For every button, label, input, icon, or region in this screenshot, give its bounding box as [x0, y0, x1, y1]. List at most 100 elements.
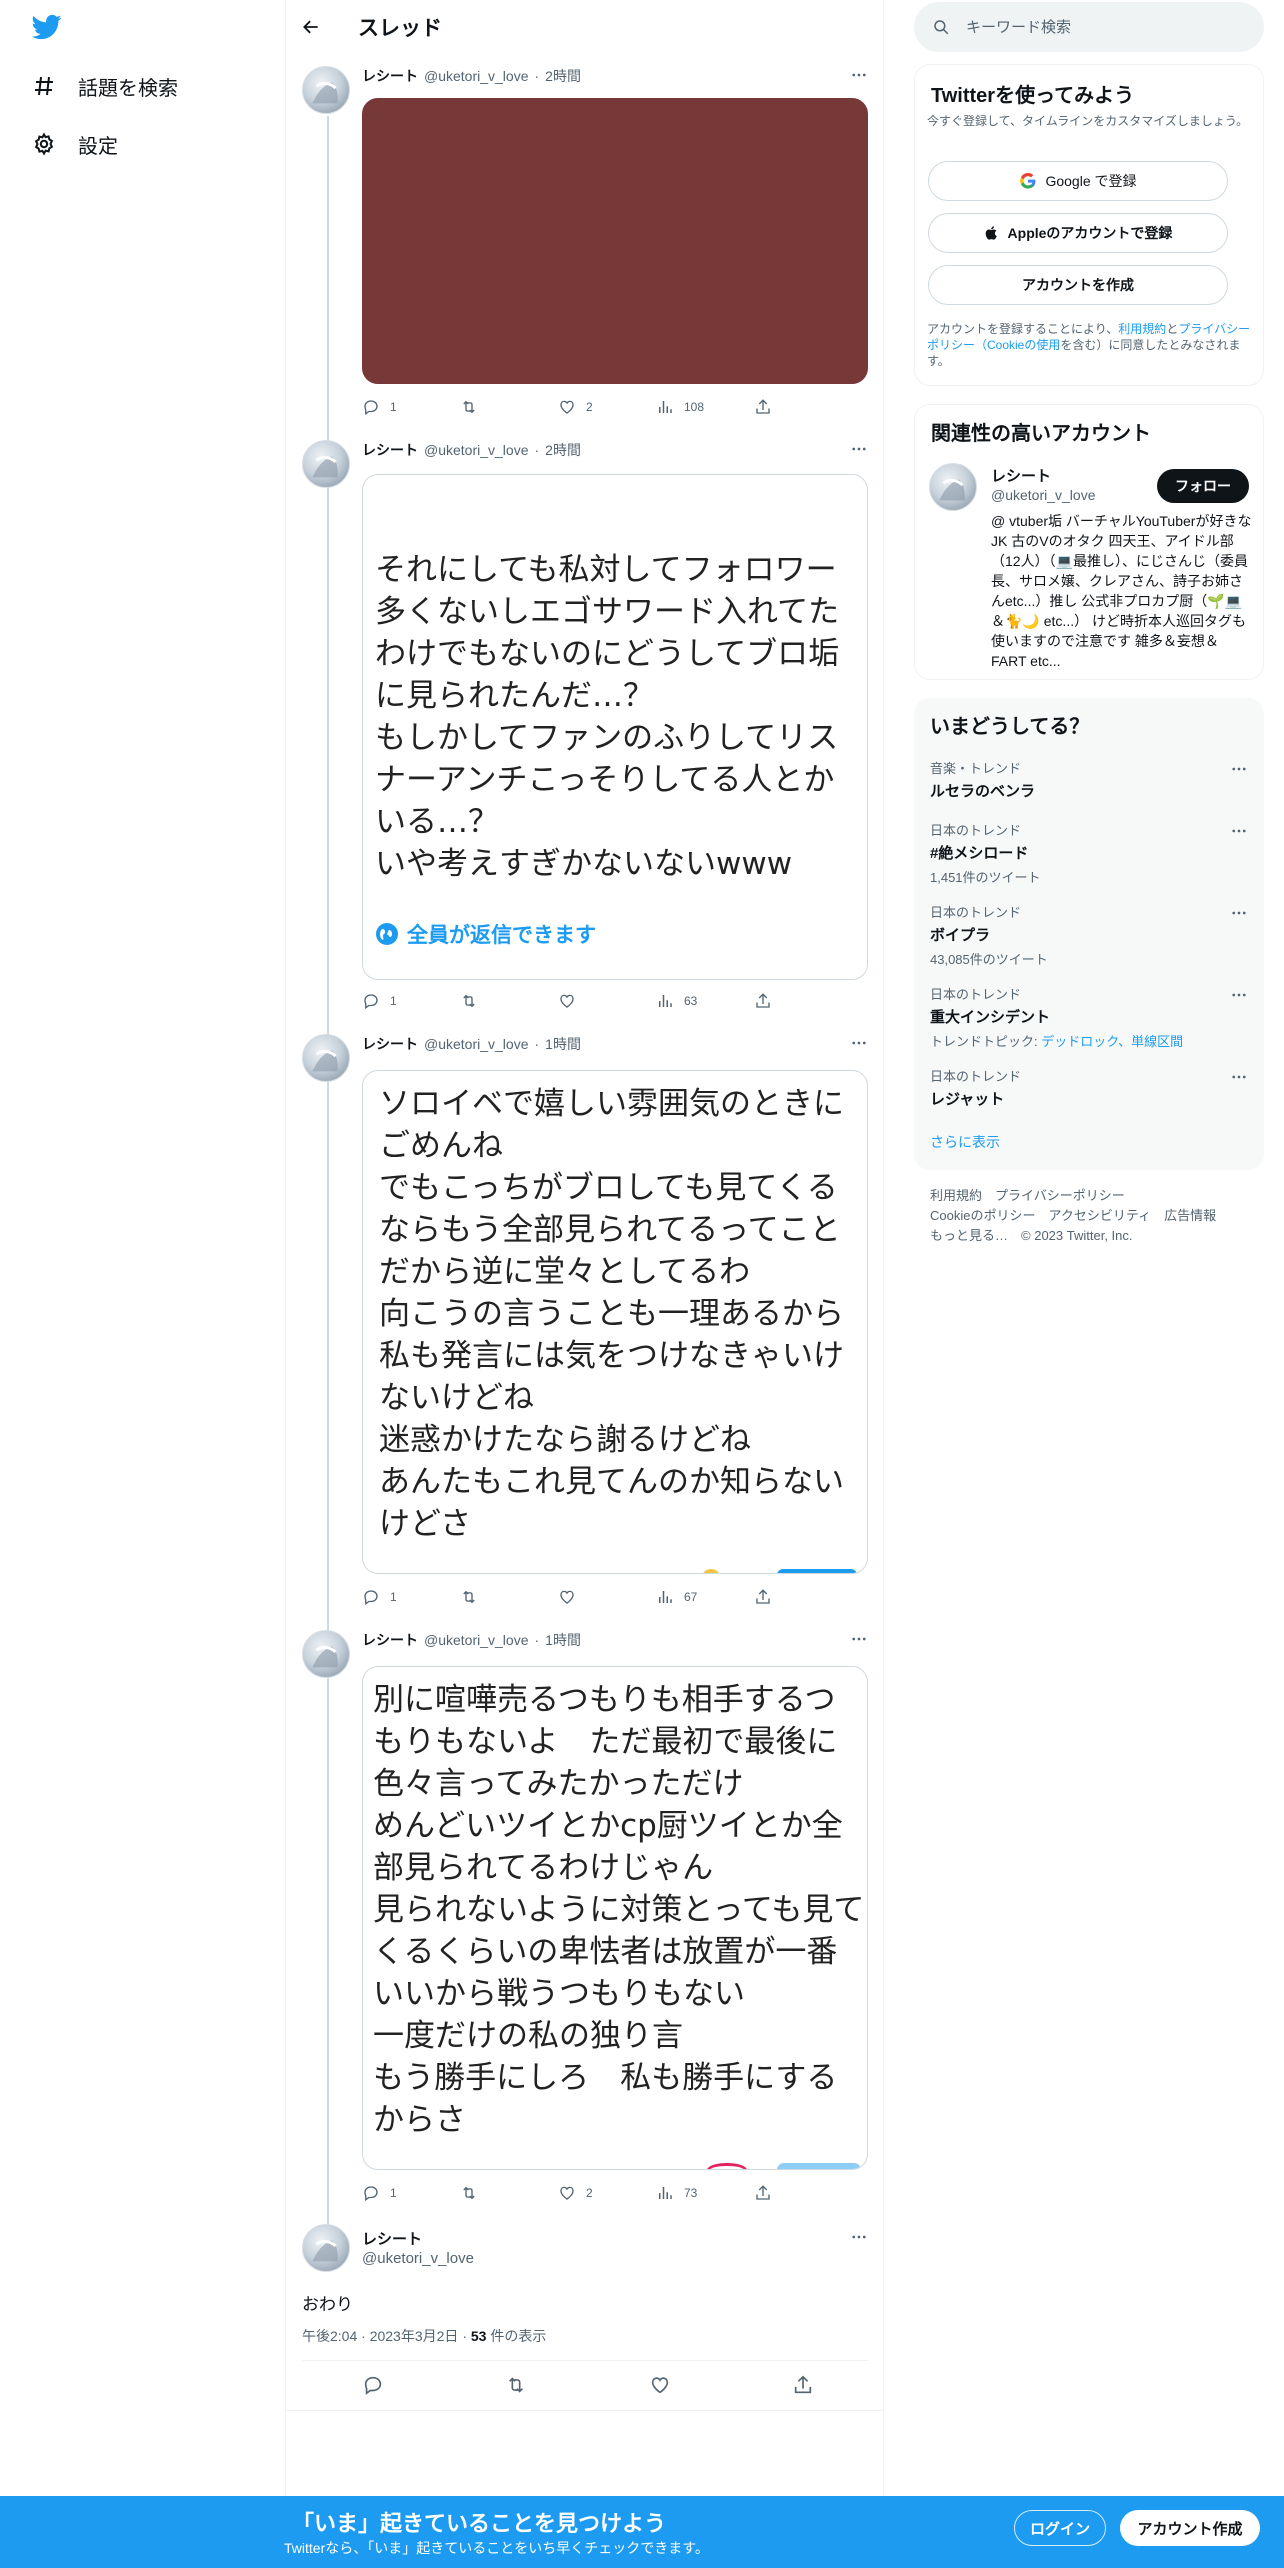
author-handle[interactable]: @uketori_v_love [362, 2250, 474, 2267]
tweet-media-screenshot[interactable]: ソロイベで嬉しい雰囲気のときにごめんね でもこっちがブロしても見てくるならもう全… [362, 1070, 868, 1574]
avatar[interactable] [929, 463, 977, 511]
more-options-icon[interactable] [848, 64, 870, 86]
more-options-icon[interactable] [1228, 1066, 1250, 1088]
like-button[interactable] [558, 992, 656, 1010]
footer-link[interactable]: プライバシーポリシー [995, 1188, 1125, 1203]
back-arrow-icon[interactable] [298, 14, 324, 40]
share-button[interactable] [754, 992, 784, 1010]
avatar[interactable] [302, 2224, 350, 2272]
trend-item[interactable]: 日本のトレンド #絶メシロード 1,451件のツイート [930, 820, 1250, 886]
like-button[interactable] [558, 1588, 656, 1606]
avatar[interactable] [302, 440, 350, 488]
avatar[interactable] [302, 1630, 350, 1678]
share-button[interactable] [754, 398, 784, 416]
tweet-header: レシート @uketori_v_love · 1時間 [362, 1034, 581, 1054]
author-name[interactable]: レシート [362, 1034, 418, 1054]
heart-icon[interactable] [649, 2374, 671, 2396]
like-button[interactable]: 2 [558, 2184, 656, 2202]
footer-link[interactable]: Cookieのポリシー [930, 1208, 1035, 1223]
footer-links: 利用規約 プライバシーポリシー Cookieのポリシー アクセシビリティ 広告情… [930, 1186, 1216, 1246]
more-options-icon[interactable] [1228, 984, 1250, 1006]
account-name[interactable]: レシート [991, 465, 1051, 486]
tweet-media-image[interactable] [362, 98, 868, 384]
avatar[interactable] [302, 66, 350, 114]
like-button[interactable]: 2 [558, 398, 656, 416]
terms-link[interactable]: 利用規約 [1118, 322, 1166, 336]
main-tweet-text: おわり [302, 2295, 353, 2314]
reply-button[interactable]: 1 [362, 398, 460, 416]
login-button[interactable]: ログイン [1014, 2510, 1106, 2546]
tweet-time[interactable]: 2時間 [545, 66, 581, 86]
author-handle[interactable]: @uketori_v_love [424, 1036, 529, 1052]
reply-button[interactable]: 1 [362, 992, 460, 1010]
share-icon[interactable] [792, 2374, 814, 2396]
retweet-button[interactable] [460, 992, 558, 1010]
tweet-media-screenshot[interactable]: それにしても私対してフォロワー多くないしエゴサワード入れてたわけでもないのにどう… [362, 474, 868, 980]
author-handle[interactable]: @uketori_v_love [424, 442, 529, 458]
author-name[interactable]: レシート [362, 66, 418, 86]
views-button[interactable]: 108 [656, 398, 754, 416]
bar-chart-icon [659, 2187, 672, 2199]
tweet-time[interactable]: 1時間 [545, 1630, 581, 1650]
footer-link[interactable]: もっと見る… [930, 1228, 1008, 1243]
heart-icon [560, 994, 574, 1008]
author-name[interactable]: レシート [362, 1630, 418, 1650]
trend-name: ルセラのベンラ [930, 783, 1036, 800]
views-button[interactable]: 63 [656, 992, 754, 1010]
author-handle[interactable]: @uketori_v_love [424, 68, 529, 84]
author-name[interactable]: レシート [362, 440, 418, 460]
avatar[interactable] [302, 1034, 350, 1082]
reply-icon[interactable] [362, 2374, 384, 2396]
trend-topic-links[interactable]: デッドロック、単線区間 [1041, 1034, 1183, 1049]
tweet-media-screenshot[interactable]: 別に喧嘩売るつもりも相手するつもりもないよ ただ最初で最後に色々言ってみたかった… [362, 1666, 868, 2170]
more-options-icon[interactable] [848, 438, 870, 460]
follow-button[interactable]: フォロー [1157, 469, 1249, 503]
show-more-link[interactable]: さらに表示 [930, 1132, 1000, 1152]
cropped-emoji-fragment [703, 1569, 719, 1573]
signup-button[interactable]: アカウント作成 [1120, 2510, 1260, 2546]
nav-explore[interactable]: 話題を検索 [30, 66, 178, 106]
retweet-button[interactable] [460, 398, 558, 416]
footer-link[interactable]: 広告情報 [1164, 1208, 1216, 1223]
more-options-icon[interactable] [848, 1032, 870, 1054]
retweet-button[interactable] [460, 2184, 558, 2202]
more-options-icon[interactable] [848, 2226, 870, 2248]
author-handle[interactable]: @uketori_v_love [424, 1632, 529, 1648]
apple-signup-button[interactable]: Appleのアカウントで登録 [928, 213, 1228, 253]
reply-button[interactable]: 1 [362, 2184, 460, 2202]
author-name[interactable]: レシート [362, 2228, 422, 2249]
views-button[interactable]: 67 [656, 1588, 754, 1606]
share-button[interactable] [754, 2184, 784, 2202]
tweet-time[interactable]: 2時間 [545, 440, 581, 460]
trend-item[interactable]: 日本のトレンド 重大インシデント トレンドトピック: デッドロック、単線区間 [930, 984, 1250, 1050]
nav-settings[interactable]: 設定 [30, 124, 118, 164]
thread-connector-line [327, 116, 329, 2228]
create-account-button[interactable]: アカウントを作成 [928, 265, 1228, 305]
more-options-icon[interactable] [848, 1628, 870, 1650]
tweet-time[interactable]: 1時間 [545, 1034, 581, 1054]
share-button[interactable] [754, 1588, 784, 1606]
retweet-icon[interactable] [505, 2374, 527, 2396]
search-bar[interactable] [914, 2, 1264, 52]
retweet-button[interactable] [460, 1588, 558, 1606]
trend-item[interactable]: 日本のトレンド レジャット [930, 1066, 1250, 1109]
twitter-logo-icon[interactable] [30, 12, 70, 46]
account-handle[interactable]: @uketori_v_love [991, 487, 1096, 503]
nav-explore-label: 話題を検索 [78, 77, 178, 100]
trend-item[interactable]: 音楽・トレンド ルセラのベンラ [930, 758, 1250, 801]
footer-link[interactable]: 利用規約 [930, 1188, 982, 1203]
views-button[interactable]: 73 [656, 2184, 754, 2202]
trend-item[interactable]: 日本のトレンド ボイプラ 43,085件のツイート [930, 902, 1250, 968]
footer-link[interactable]: アクセシビリティ [1048, 1208, 1151, 1223]
apple-signup-label: Appleのアカウントで登録 [1007, 225, 1173, 241]
more-options-icon[interactable] [1228, 902, 1250, 924]
retweet-icon [463, 994, 475, 1008]
google-signup-button[interactable]: Google で登録 [928, 161, 1228, 201]
views-count: 53 [470, 2328, 487, 2344]
tweet-date[interactable]: 2023年3月2日 [370, 2328, 459, 2344]
search-input[interactable] [966, 18, 1226, 36]
tweet-timestamp[interactable]: 午後2:04 [302, 2328, 357, 2344]
reply-button[interactable]: 1 [362, 1588, 460, 1606]
more-options-icon[interactable] [1228, 758, 1250, 780]
more-options-icon[interactable] [1228, 820, 1250, 842]
